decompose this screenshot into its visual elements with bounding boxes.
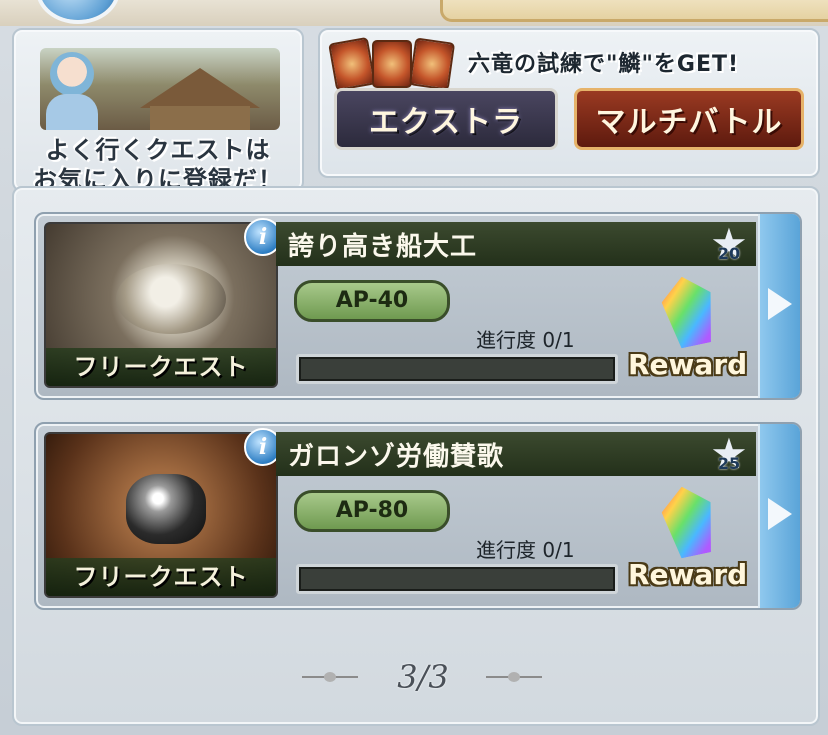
quest-category: フリークエスト xyxy=(46,348,276,386)
house xyxy=(150,106,250,130)
progress-label: 進行度 0/1 xyxy=(476,538,575,562)
quest-card[interactable]: フリークエスト i ガロンゾ労働賛歌 ★ 25 AP-80 進行度 0/1 Rew… xyxy=(34,422,802,610)
pager-prev-ornament[interactable] xyxy=(302,672,358,682)
arrow-right-icon xyxy=(768,288,792,320)
ap-cost-badge: AP-80 xyxy=(294,490,450,532)
progress-bar xyxy=(296,354,618,384)
pager-next-ornament[interactable] xyxy=(486,672,542,682)
tip-banner-image xyxy=(40,48,280,130)
top-banner xyxy=(440,0,828,22)
reward-label: Reward xyxy=(628,348,748,381)
star-badge-icon: ★ 25 xyxy=(708,433,750,475)
quest-title: 誇り高き船大工 xyxy=(288,232,478,262)
dragon-card-icon xyxy=(372,40,412,88)
quest-level: 25 xyxy=(717,454,741,473)
dragon-card-icon xyxy=(328,36,376,92)
quest-title-bar: ガロンゾ労働賛歌 ★ 25 xyxy=(276,432,756,476)
quest-title-bar: 誇り高き船大工 ★ 20 xyxy=(276,222,756,266)
character-head xyxy=(50,52,94,96)
ore-rock xyxy=(126,474,206,544)
rainbow-crystal-icon xyxy=(657,482,720,561)
menu-orb[interactable] xyxy=(40,0,116,20)
quest-title: ガロンゾ労働賛歌 xyxy=(288,442,505,472)
extra-button[interactable]: エクストラ xyxy=(334,88,558,150)
house-roof xyxy=(140,68,260,108)
quest-list-panel: フリークエスト i 誇り高き船大工 ★ 20 AP-40 進行度 0/1 Rewa… xyxy=(12,186,820,726)
progress-bar xyxy=(296,564,618,594)
quest-thumbnail: フリークエスト xyxy=(44,432,278,598)
reward-label: Reward xyxy=(628,558,748,591)
event-headline: 六竜の試練で"鱗"をGET! xyxy=(468,52,740,77)
arrow-right-icon xyxy=(768,498,792,530)
favorite-tip-panel: よく行くクエストは お気に入りに登録だ！ xyxy=(12,28,304,194)
event-cards xyxy=(328,36,462,92)
progress-label: 進行度 0/1 xyxy=(476,328,575,352)
event-panel: 六竜の試練で"鱗"をGET! エクストラ マルチバトル xyxy=(318,28,820,178)
ap-cost-badge: AP-40 xyxy=(294,280,450,322)
quest-level: 20 xyxy=(717,244,741,263)
pagination: 3/3 xyxy=(302,658,542,698)
airship-hull xyxy=(116,264,226,334)
quest-thumbnail: フリークエスト xyxy=(44,222,278,388)
quest-open-arrow[interactable] xyxy=(758,424,800,608)
top-strip xyxy=(0,0,828,26)
quest-open-arrow[interactable] xyxy=(758,214,800,398)
page-indicator: 3/3 xyxy=(397,658,449,696)
rainbow-crystal-icon xyxy=(657,272,720,351)
character-body xyxy=(46,94,98,130)
quest-category: フリークエスト xyxy=(46,558,276,596)
dragon-card-icon xyxy=(408,37,456,91)
star-badge-icon: ★ 20 xyxy=(708,223,750,265)
multi-battle-button[interactable]: マルチバトル xyxy=(574,88,804,150)
quest-card[interactable]: フリークエスト i 誇り高き船大工 ★ 20 AP-40 進行度 0/1 Rewa… xyxy=(34,212,802,400)
